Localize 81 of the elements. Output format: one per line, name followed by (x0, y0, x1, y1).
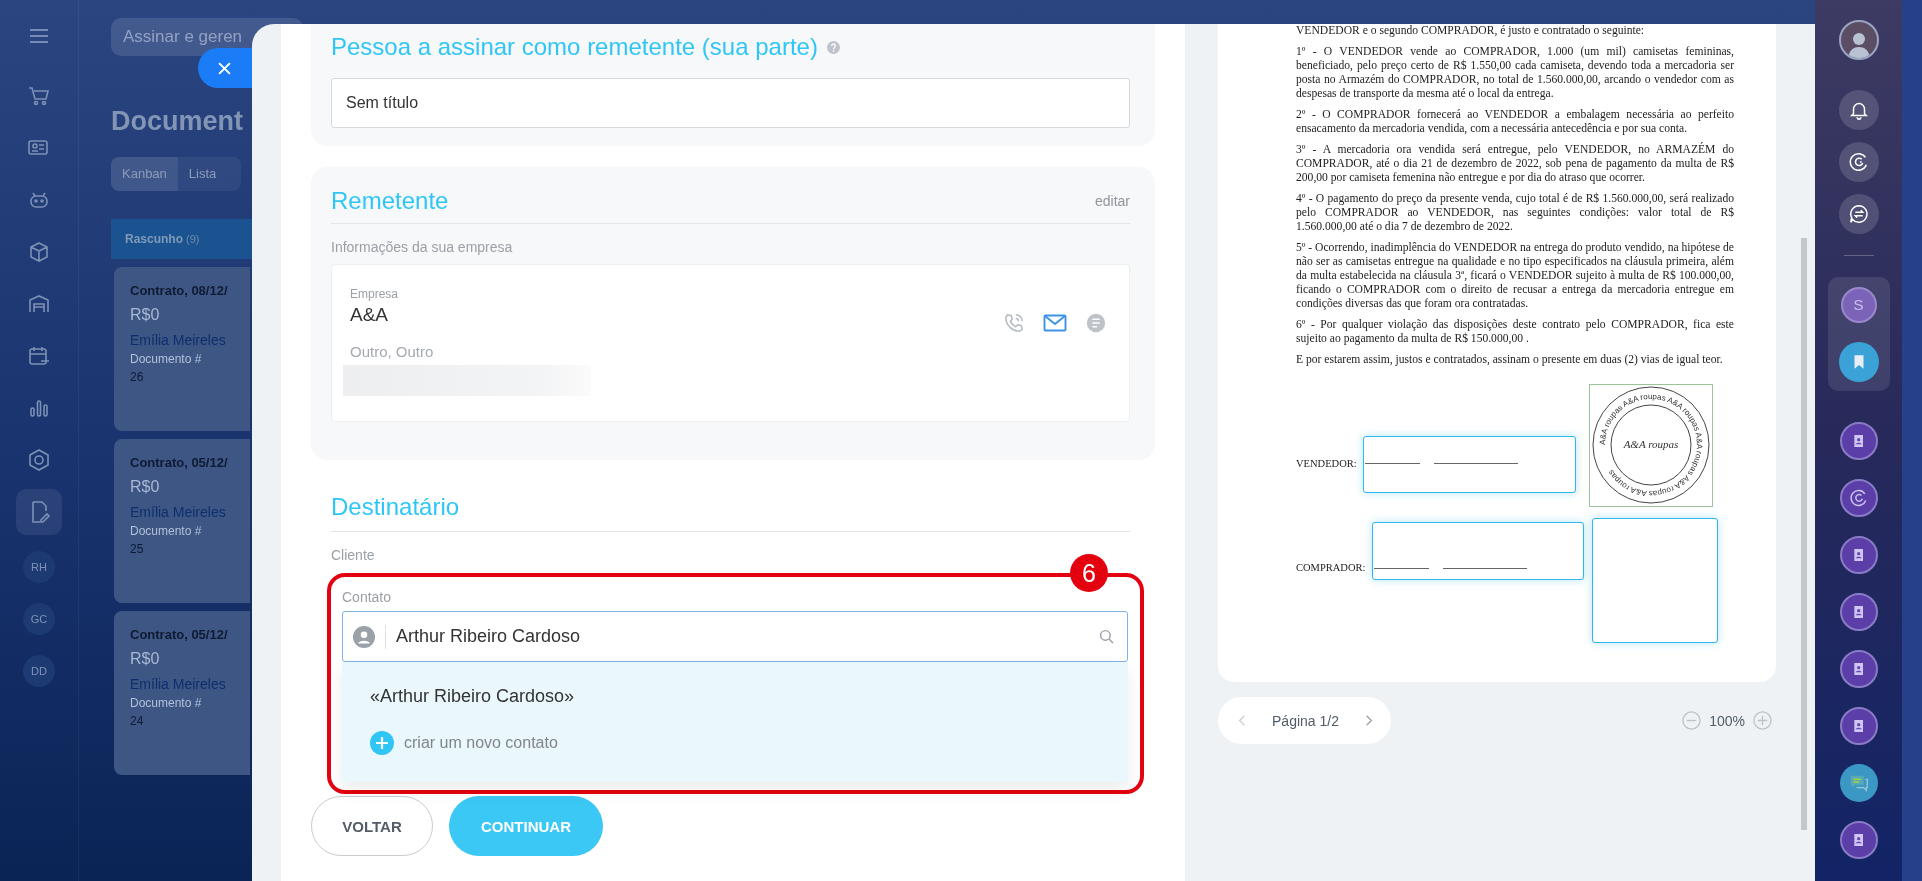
create-contact-link[interactable]: criar um novo contato (404, 734, 558, 752)
card-field-value: 26 (130, 370, 145, 384)
contract-paragraph: 4º - O pagamento do preço da presente venda, cujo total é de R$ 1.560.000,00, será realizado pelo COMPRADOR ao VENDEDOR, nas seguintes condições: valor total de R$ 1.560.000,00 até o dia 7 de dezembro de 2022. (1296, 192, 1734, 234)
card-amount: R$0 (130, 478, 161, 496)
person-icon (353, 625, 375, 648)
contract-paragraph: 6º - Por qualquer violação das disposições deste contrato pelo COMPRADOR, fica este sujeito ao pagamento da multa de R$ 150.000,00 . (1296, 318, 1734, 346)
sidebar-item[interactable]: DD (23, 655, 55, 687)
search-icon[interactable] (1099, 628, 1115, 645)
hex-icon (27, 448, 51, 472)
continue-button[interactable]: CONTINUAR (449, 796, 603, 856)
calendar-icon (27, 344, 51, 368)
mail-icon[interactable] (1043, 314, 1067, 332)
contract-paragraph: 2º - O COMPRADOR fornecerá ao VENDEDOR a embalagem necessária ao perfeito ensacamento da mercadoria vendida, com a necessária antecedência e por sua conta. (1296, 108, 1734, 136)
box-icon (27, 240, 51, 264)
field-label: Empresa (350, 287, 400, 301)
zoom-level: 100% (1709, 712, 1745, 729)
card-title: Contrato, 08/12/ (130, 283, 229, 298)
signature-field[interactable] (1363, 436, 1576, 493)
contract-paragraph: VENDEDOR e o segundo COMPRADOR, é justo e contratado o seguinte: (1296, 24, 1646, 38)
close-icon (218, 61, 231, 75)
card-title: Contrato, 05/12/ (130, 455, 229, 470)
contact-book-icon[interactable] (1839, 593, 1878, 631)
text-input[interactable]: Sem título (331, 78, 1130, 128)
card-field-label: Documento # (130, 696, 203, 710)
sidebar-item[interactable]: GC (23, 603, 55, 635)
chevron-right-icon[interactable] (1365, 714, 1373, 727)
avatar[interactable] (1838, 20, 1879, 60)
bookmark-icon[interactable] (1838, 341, 1879, 382)
cart-icon (27, 84, 51, 108)
section-title: Pessoa a assinar como remetente (sua parte) (331, 33, 818, 61)
contact-book-icon[interactable] (1839, 422, 1878, 460)
company-details: Outro, Outro (350, 343, 435, 360)
signature-field[interactable] (1372, 522, 1584, 580)
card-amount: R$0 (130, 650, 161, 668)
contact-book-icon[interactable] (1839, 650, 1878, 688)
plus-icon[interactable] (370, 731, 394, 755)
section-title: Remetente (331, 187, 449, 215)
chat-icon[interactable] (1839, 764, 1878, 802)
phone-icon[interactable] (1003, 312, 1025, 334)
sidebar-item[interactable]: RH (23, 551, 55, 583)
contact-book-icon[interactable] (1839, 707, 1878, 745)
column-count: (9) (186, 233, 200, 245)
stamp-field[interactable] (1592, 518, 1718, 643)
contact-book-icon[interactable] (1839, 536, 1878, 574)
card-amount: R$0 (130, 306, 161, 324)
page-title: Document (111, 106, 243, 137)
close-button[interactable] (198, 48, 252, 88)
section-subtitle: Informações da sua empresa (331, 239, 514, 255)
spiral-icon[interactable] (1839, 479, 1878, 517)
view-tab[interactable]: Kanban (111, 157, 178, 191)
step-badge: 6 (1070, 554, 1108, 592)
view-tab[interactable]: Lista (177, 157, 228, 191)
contact-field[interactable]: Arthur Ribeiro Cardoso (342, 611, 1128, 662)
contract-paragraph: 5º - Ocorrendo, inadimplência do VENDEDOR na entrega do produto vendido, na hipótese de não ser as camisetas entregue na qualidade e no tipo especificados na cláusula primeira, além da multa estabelecida na cláusula 3ª, ficará o VENDEDOR sujeito à multa de R$ 100.000,00, ficando o COMPRADOR com o direito de recusar a entrega da mercadoria entregue em condições diversas das que foram ora contratadas. (1296, 241, 1734, 311)
spiral-icon[interactable] (1838, 142, 1879, 182)
card-title: Contrato, 05/12/ (130, 627, 229, 642)
suggestion-item[interactable]: «Arthur Ribeiro Cardoso» (370, 686, 1128, 707)
help-icon[interactable] (826, 40, 840, 54)
menu-icon[interactable] (29, 29, 49, 43)
contact-book-icon[interactable] (1839, 821, 1878, 859)
card-field-value: 25 (130, 542, 145, 556)
chat-exchange-icon[interactable] (1838, 194, 1879, 234)
field-label: Cliente (331, 547, 376, 563)
edit-link[interactable]: editar (1094, 193, 1130, 209)
card-field-value: 24 (130, 714, 145, 728)
section-title: Destinatário (331, 493, 460, 521)
back-button[interactable]: VOLTAR (311, 796, 433, 856)
card-field-label: Documento # (130, 352, 203, 366)
card-field-label: Documento # (130, 524, 203, 538)
sidebar-item[interactable] (16, 489, 62, 535)
bell-icon[interactable] (1838, 90, 1879, 130)
column-title: Rascunho (125, 232, 183, 246)
company-name: A&A (350, 304, 390, 326)
signature-label: VENDEDOR: (1296, 458, 1357, 469)
page-indicator: Página 1/2 (1272, 712, 1339, 729)
contract-paragraph: 1º - O VENDEDOR vende ao COMPRADOR, 1.000 (um mil) camisetas femininas, beneficiado, pelo preço certo de R$ 1.550,00 cada camiseta, devendo toda a mercadoria ser posta no Armazém do COMPRADOR, no total de 1.560.000,00, arcando o vendedor com as despesas de transporte da mesma até o local da entrega. (1296, 45, 1734, 101)
field-label: Contato (342, 589, 393, 605)
signature-label: COMPRADOR: (1296, 562, 1366, 573)
contract-paragraph: E por estarem assim, justos e contratados, assinam o presente em duas (2) vias de igual teor. (1296, 353, 1724, 367)
contract-paragraph: 3º - A mercadoria ora vendida será entregue, pelo VENDEDOR, no ARMAZÉM do COMPRADOR, até o dia 21 de dezembro de 2022, sob pena de pagamento da multa de R$ 200,00 por camiseta femenina não entregue e por dia do atraso que ocorrer. (1296, 143, 1734, 185)
letter-avatar[interactable]: S (1840, 286, 1877, 323)
